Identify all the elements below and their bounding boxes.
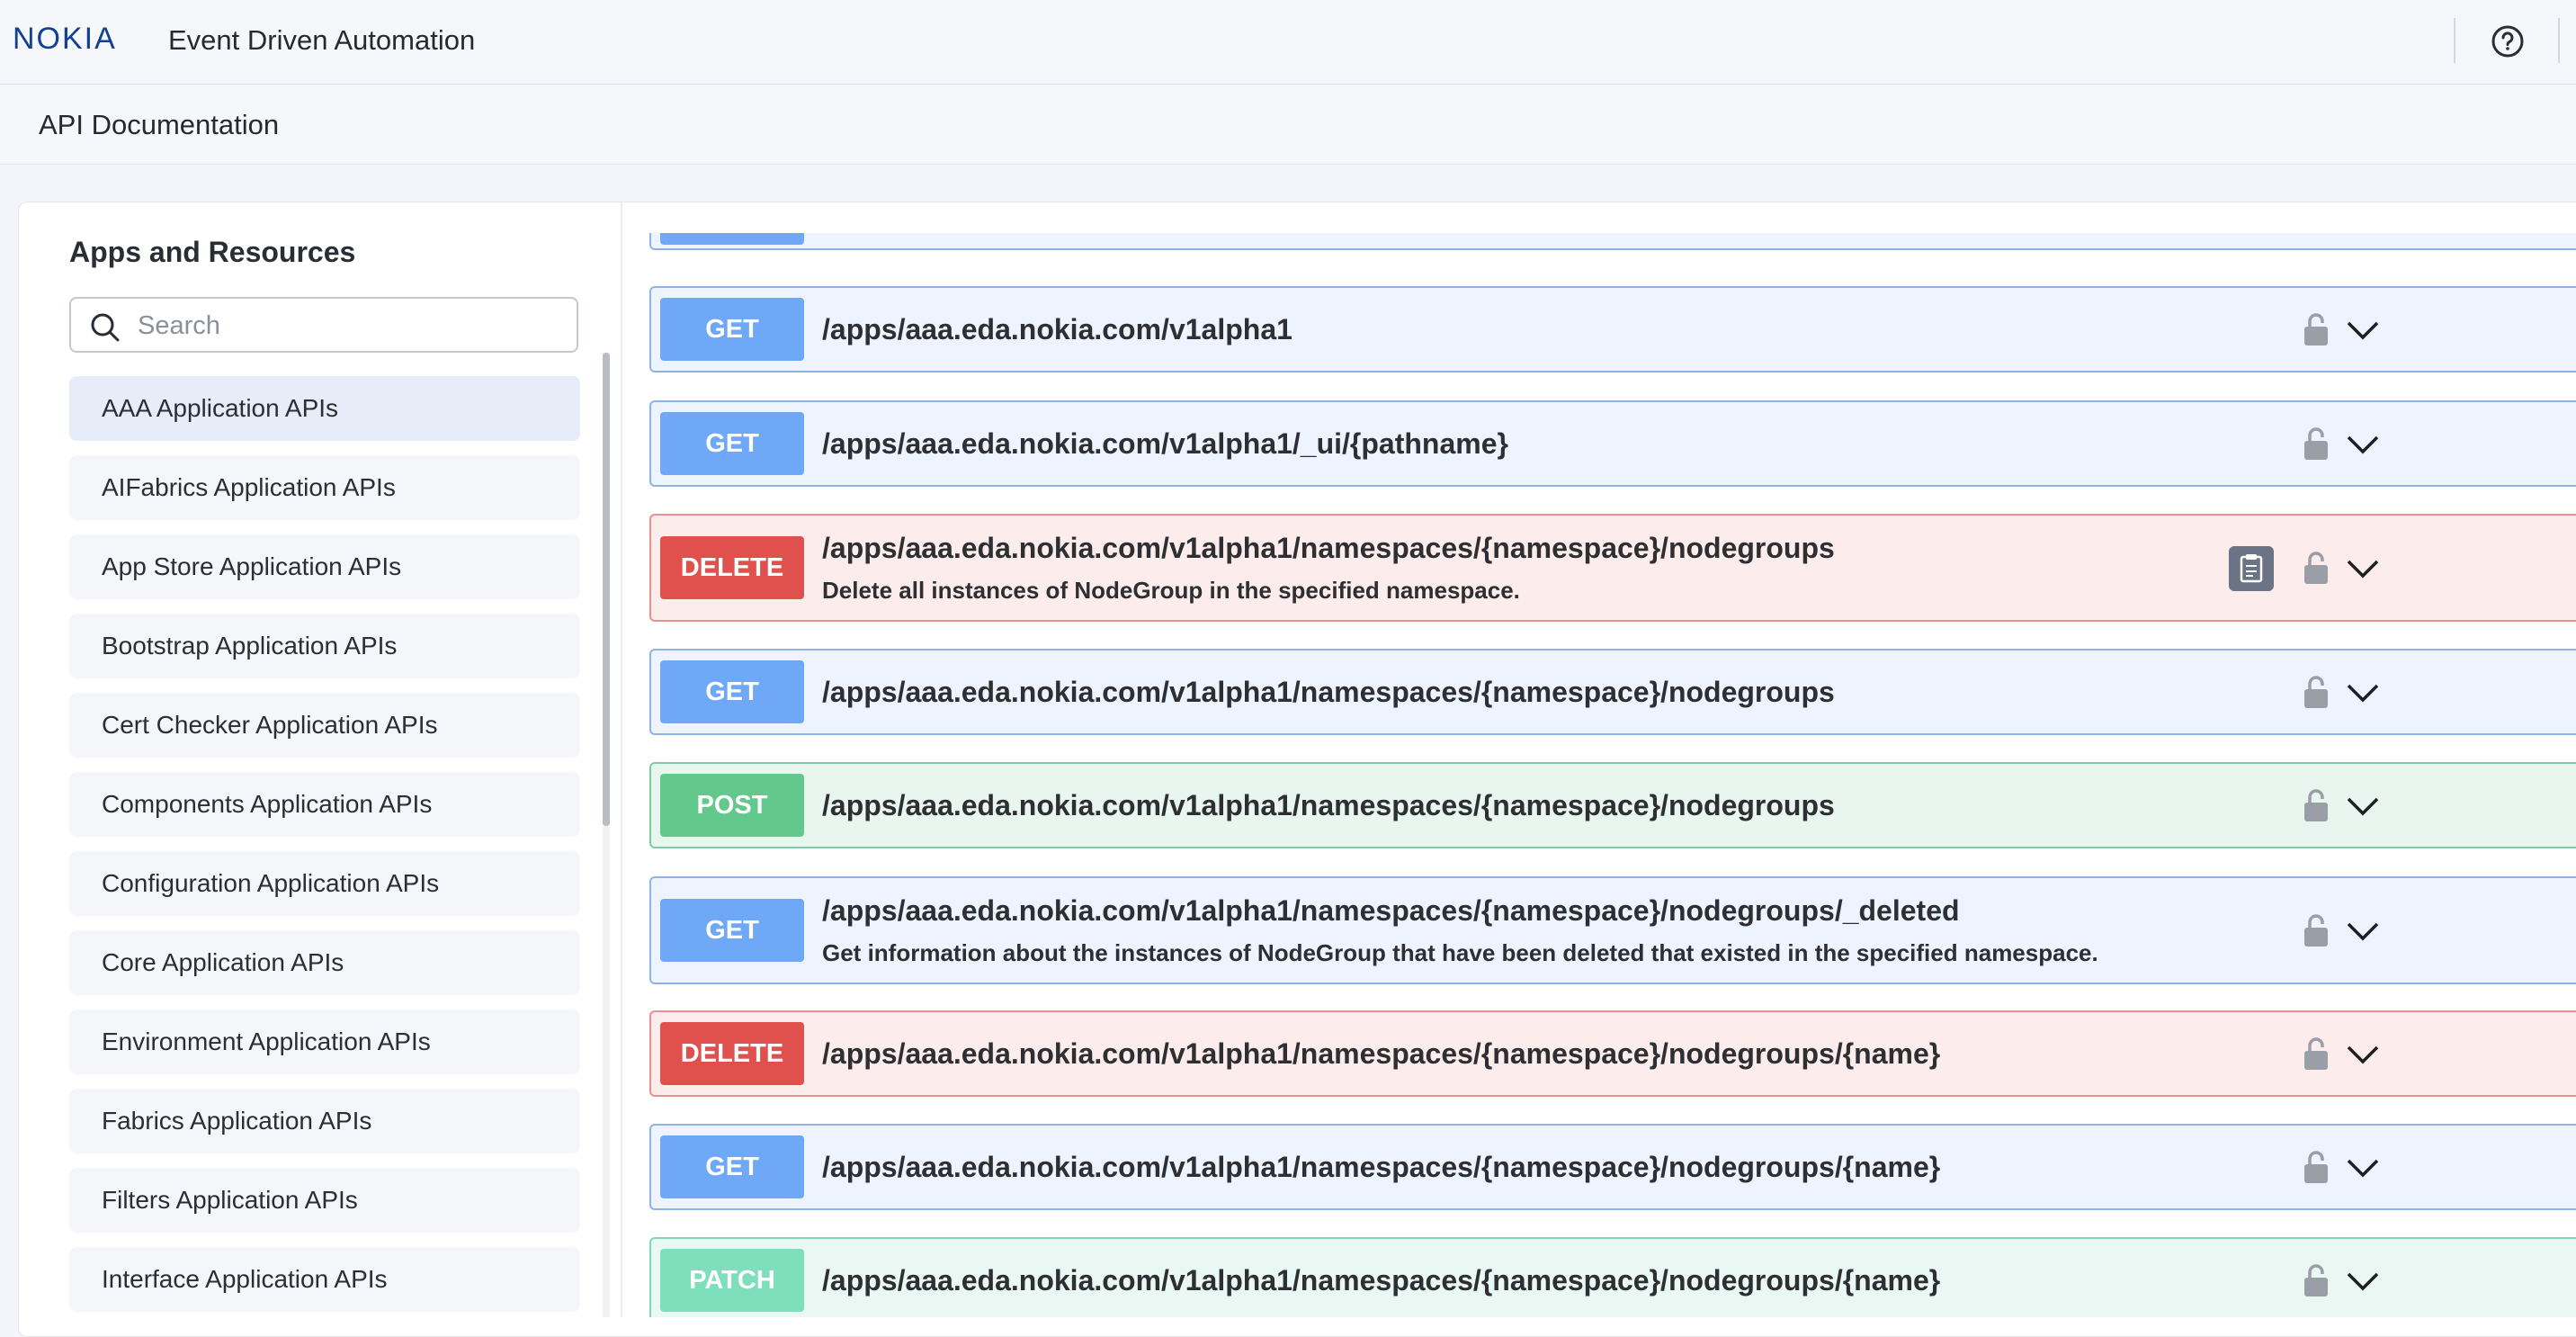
lock-icon[interactable]	[2302, 787, 2330, 823]
sidebar-item-aaa[interactable]: AAA Application APIs	[69, 376, 580, 441]
sidebar-item-aifabrics[interactable]: AIFabrics Application APIs	[69, 455, 580, 520]
sidebar-scrollbar-thumb[interactable]	[603, 353, 610, 826]
scroll-mask	[649, 202, 2576, 233]
method-badge: GET	[660, 412, 804, 475]
operation-path: /apps/aaa.eda.nokia.com/v1alpha1/namespa…	[822, 676, 1835, 708]
operation-description: Get information about the instances of N…	[822, 939, 2098, 966]
operation-item[interactable]: DELETE /apps/aaa.eda.nokia.com/v1alpha1/…	[649, 1010, 2576, 1097]
sidebar-heading: Apps and Resources	[69, 236, 356, 268]
operation-item[interactable]: DELETE /apps/aaa.eda.nokia.com/v1alpha1/…	[649, 514, 2576, 622]
svg-text:NOKIA: NOKIA	[13, 22, 117, 54]
divider	[621, 202, 622, 1317]
operation-item[interactable]: GET /apps/aaa.eda.nokia.com/v1alpha1	[649, 286, 2576, 372]
lock-icon[interactable]	[2302, 1036, 2330, 1072]
operation-path: /apps/aaa.eda.nokia.com/v1alpha1/namespa…	[822, 1264, 1941, 1297]
chevron-down-icon[interactable]	[2346, 559, 2380, 579]
operation-item[interactable]: PATCH /apps/aaa.eda.nokia.com/v1alpha1/n…	[649, 1237, 2576, 1317]
nokia-logo[interactable]: NOKIA	[13, 22, 140, 54]
chevron-down-icon[interactable]	[2346, 435, 2380, 454]
chevron-down-icon[interactable]	[2346, 921, 2380, 941]
chevron-down-icon[interactable]	[2346, 1271, 2380, 1291]
lock-icon[interactable]	[2302, 311, 2330, 347]
lock-icon[interactable]	[2302, 426, 2330, 462]
method-badge: GET	[660, 899, 804, 962]
page-title: API Documentation	[39, 109, 280, 140]
search-input[interactable]	[136, 306, 562, 345]
sidebar-list: AAA Application APIs AIFabrics Applicati…	[69, 376, 580, 1326]
method-badge: PATCH	[660, 1249, 804, 1312]
chevron-down-icon[interactable]	[2346, 1158, 2380, 1178]
operation-description: Delete all instances of NodeGroup in the…	[822, 577, 1520, 604]
lock-icon[interactable]	[2302, 550, 2330, 586]
chevron-down-icon[interactable]	[2346, 320, 2380, 340]
operation-path: /apps/aaa.eda.nokia.com/v1alpha1	[822, 313, 1292, 345]
lock-icon[interactable]	[2302, 674, 2330, 710]
sidebar-item-interface[interactable]: Interface Application APIs	[69, 1247, 580, 1312]
sidebar-item-filters[interactable]: Filters Application APIs	[69, 1168, 580, 1233]
operation-path: /apps/aaa.eda.nokia.com/v1alpha1/_ui/{pa…	[822, 427, 1508, 460]
chevron-down-icon[interactable]	[2346, 683, 2380, 703]
copy-button[interactable]	[2229, 546, 2274, 591]
method-badge: POST	[660, 774, 804, 837]
chevron-down-icon[interactable]	[2346, 796, 2380, 816]
sidebar-item-app-store[interactable]: App Store Application APIs	[69, 534, 580, 599]
method-badge: GET	[660, 298, 804, 361]
method-badge: DELETE	[660, 536, 804, 599]
sidebar-item-cert-checker[interactable]: Cert Checker Application APIs	[69, 693, 580, 758]
app-title: Event Driven Automation	[168, 24, 476, 56]
method-badge: DELETE	[660, 1022, 804, 1085]
operation-path: /apps/aaa.eda.nokia.com/v1alpha1/namespa…	[822, 1037, 1941, 1070]
sidebar-item-fabrics[interactable]: Fabrics Application APIs	[69, 1089, 580, 1153]
operations-list: GET /apps/aaa.eda.nokia.com/v1alpha1 GET…	[649, 0, 2576, 1317]
operation-path: /apps/aaa.eda.nokia.com/v1alpha1/namespa…	[822, 532, 1835, 564]
operation-item[interactable]: GET /apps/aaa.eda.nokia.com/v1alpha1/nam…	[649, 1124, 2576, 1210]
operation-path: /apps/aaa.eda.nokia.com/v1alpha1/namespa…	[822, 789, 1835, 821]
sidebar-item-bootstrap[interactable]: Bootstrap Application APIs	[69, 614, 580, 678]
clipboard-icon	[2240, 554, 2263, 583]
search-field[interactable]	[69, 297, 578, 353]
lock-icon[interactable]	[2302, 1262, 2330, 1298]
operation-path: /apps/aaa.eda.nokia.com/v1alpha1/namespa…	[822, 894, 1960, 927]
operation-item[interactable]: GET /apps/aaa.eda.nokia.com/v1alpha1/nam…	[649, 876, 2576, 984]
sidebar-item-components[interactable]: Components Application APIs	[69, 772, 580, 837]
lock-icon[interactable]	[2302, 912, 2330, 948]
sidebar-item-environment[interactable]: Environment Application APIs	[69, 1009, 580, 1074]
operation-item[interactable]: GET /apps/aaa.eda.nokia.com/v1alpha1/nam…	[649, 649, 2576, 735]
sidebar-item-configuration[interactable]: Configuration Application APIs	[69, 851, 580, 916]
operation-path: /apps/aaa.eda.nokia.com/v1alpha1/namespa…	[822, 1151, 1941, 1183]
sidebar-item-core[interactable]: Core Application APIs	[69, 930, 580, 995]
operation-item[interactable]: POST /apps/aaa.eda.nokia.com/v1alpha1/na…	[649, 762, 2576, 848]
method-badge: GET	[660, 660, 804, 723]
search-icon	[91, 313, 120, 342]
lock-icon[interactable]	[2302, 1149, 2330, 1185]
method-badge: GET	[660, 1135, 804, 1198]
chevron-down-icon[interactable]	[2346, 1045, 2380, 1064]
operation-item[interactable]: GET /apps/aaa.eda.nokia.com/v1alpha1/_ui…	[649, 400, 2576, 487]
